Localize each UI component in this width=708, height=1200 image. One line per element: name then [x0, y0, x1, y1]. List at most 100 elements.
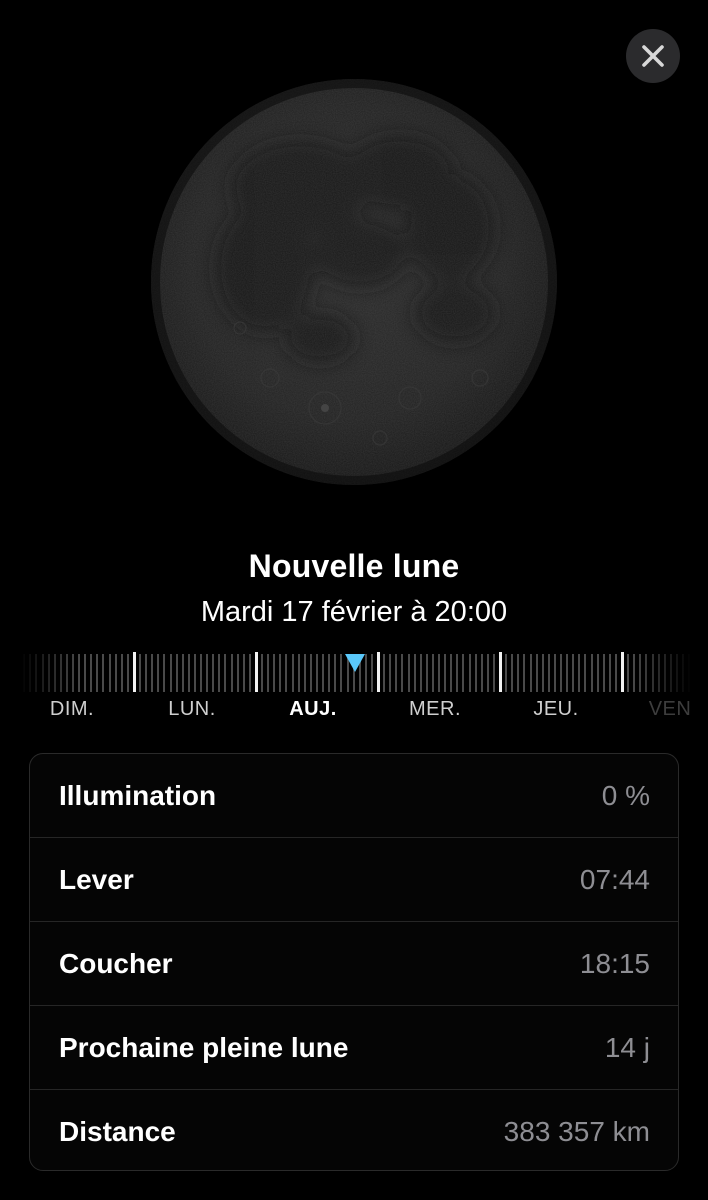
timeline-day-tick	[255, 652, 258, 692]
close-button[interactable]	[626, 29, 680, 83]
timeline-hour-tick	[639, 654, 641, 692]
detail-value: 14 j	[604, 1031, 650, 1063]
timeline-hour-tick	[212, 654, 214, 692]
timeline-hour-tick	[328, 654, 330, 692]
timeline-day-label[interactable]: JEU.	[533, 698, 578, 721]
moon-phase-title: Nouvelle lune	[248, 548, 460, 584]
timeline-hour-tick	[609, 654, 611, 692]
timeline-day-tick	[499, 652, 502, 692]
timeline-day-tick	[133, 652, 136, 692]
timeline-hour-tick	[298, 654, 300, 692]
timeline-hour-tick	[310, 654, 312, 692]
timeline-hour-tick	[273, 654, 275, 692]
timeline-hour-tick	[542, 654, 544, 692]
timeline-hour-tick	[29, 654, 31, 692]
timeline-hour-tick	[23, 654, 25, 692]
timeline-hour-tick	[115, 654, 117, 692]
timeline-hour-tick	[408, 654, 410, 692]
detail-row-moonset: Coucher 18:15	[30, 922, 678, 1006]
timeline-hour-tick	[420, 654, 422, 692]
timeline-hour-tick	[591, 654, 593, 692]
timeline-day-tick	[621, 652, 624, 692]
moon-details-card: Illumination 0 % Lever 07:44 Coucher 18:…	[29, 753, 679, 1171]
timeline-hour-tick	[224, 654, 226, 692]
timeline-hour-tick	[676, 654, 678, 692]
timeline-hour-tick	[444, 654, 446, 692]
timeline-hour-tick	[121, 654, 123, 692]
timeline-hour-tick	[127, 654, 129, 692]
timeline-hour-tick	[279, 654, 281, 692]
timeline-hour-tick	[145, 654, 147, 692]
detail-value: 18:15	[579, 947, 650, 979]
timeline-hour-tick	[90, 654, 92, 692]
timeline-hour-tick	[536, 654, 538, 692]
timeline-day-labels: DIM. LUN. AUJ. MER. JEU. VEN	[0, 698, 708, 724]
timeline-day-label[interactable]: DIM.	[50, 698, 94, 721]
timeline-hour-tick	[389, 654, 391, 692]
timeline-hour-tick	[48, 654, 50, 692]
timeline-hour-tick	[511, 654, 513, 692]
timeline-hour-tick	[627, 654, 629, 692]
detail-row-next-full-moon: Prochaine pleine lune 14 j	[30, 1006, 678, 1090]
detail-row-moonrise: Lever 07:44	[30, 838, 678, 922]
detail-label: Prochaine pleine lune	[59, 1031, 349, 1063]
current-time-indicator-icon	[345, 654, 365, 672]
timeline-hour-tick	[469, 654, 471, 692]
timeline-hour-tick	[493, 654, 495, 692]
timeline-hour-tick	[72, 654, 74, 692]
moon-phase-datetime: Mardi 17 février à 20:00	[200, 596, 508, 628]
timeline-hour-tick	[462, 654, 464, 692]
timeline-hour-tick	[109, 654, 111, 692]
timeline-day-label[interactable]: LUN.	[168, 698, 216, 721]
timeline-hour-tick	[438, 654, 440, 692]
timeline-hour-tick	[670, 654, 672, 692]
timeline-hour-tick	[151, 654, 153, 692]
timeline-hour-tick	[334, 654, 336, 692]
timeline-hour-tick	[554, 654, 556, 692]
timeline-hour-tick	[633, 654, 635, 692]
timeline-hour-tick	[84, 654, 86, 692]
timeline-hour-tick	[96, 654, 98, 692]
timeline-hour-tick	[54, 654, 56, 692]
timeline-day-label[interactable]: AUJ.	[289, 698, 337, 721]
timeline-day-tick	[377, 652, 380, 692]
timeline-hour-tick	[584, 654, 586, 692]
detail-value: 383 357 km	[503, 1116, 650, 1147]
detail-value: 0 %	[601, 779, 650, 811]
timeline-hour-tick	[340, 654, 342, 692]
timeline-hour-tick	[597, 654, 599, 692]
timeline-hour-tick	[157, 654, 159, 692]
timeline-hour-tick	[688, 654, 690, 692]
timeline-hour-tick	[60, 654, 62, 692]
timeline-hour-tick	[261, 654, 263, 692]
timeline-hour-tick	[395, 654, 397, 692]
timeline-hour-tick	[176, 654, 178, 692]
timeline-hour-tick	[163, 654, 165, 692]
timeline-hour-tick	[35, 654, 37, 692]
timeline-hour-tick	[578, 654, 580, 692]
timeline-hour-tick	[231, 654, 233, 692]
timeline-hour-tick	[66, 654, 68, 692]
timeline-hour-tick	[383, 654, 385, 692]
timeline-hour-tick	[572, 654, 574, 692]
timeline-hour-tick	[206, 654, 208, 692]
timeline-hour-tick	[682, 654, 684, 692]
timeline-hour-tick	[603, 654, 605, 692]
timeline-hour-tick	[658, 654, 660, 692]
timeline-hour-tick	[182, 654, 184, 692]
timeline-hour-tick	[139, 654, 141, 692]
detail-value: 07:44	[579, 863, 650, 895]
timeline-hour-tick	[304, 654, 306, 692]
timeline-day-label[interactable]: VEN	[649, 698, 692, 721]
timeline-day-label[interactable]: MER.	[409, 698, 461, 721]
timeline-hour-tick	[505, 654, 507, 692]
timeline-hour-tick	[170, 654, 172, 692]
timeline-hour-tick	[548, 654, 550, 692]
detail-row-distance: Distance 383 357 km	[30, 1090, 678, 1170]
detail-label: Lever	[59, 863, 134, 895]
timeline-hour-tick	[401, 654, 403, 692]
timeline-hour-tick	[432, 654, 434, 692]
timeline-hour-tick	[322, 654, 324, 692]
timeline-hour-tick	[530, 654, 532, 692]
timeline-hour-tick	[243, 654, 245, 692]
